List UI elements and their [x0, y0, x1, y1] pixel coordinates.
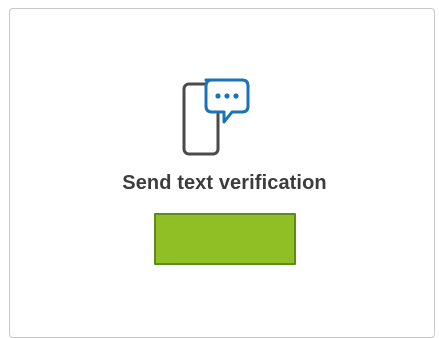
phone-chat-icon [180, 78, 272, 158]
send-text-verification-label: Send text verification [122, 172, 327, 194]
send-text-button[interactable] [154, 213, 296, 265]
